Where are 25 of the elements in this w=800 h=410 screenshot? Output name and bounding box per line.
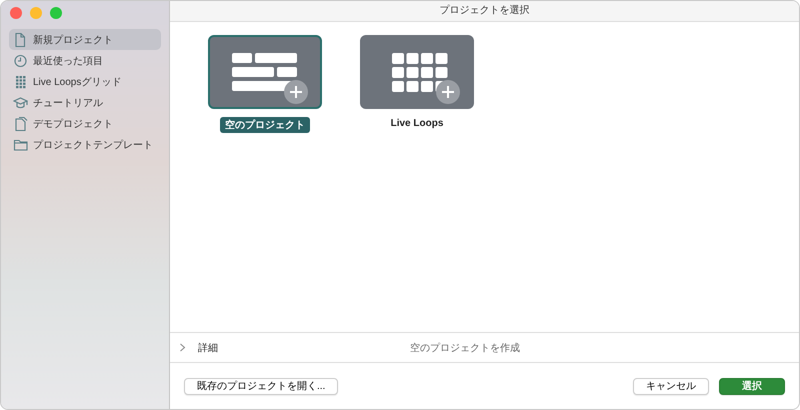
window-title: プロジェクトを選択 <box>170 1 799 22</box>
document-icon <box>13 32 28 48</box>
open-project-button[interactable]: 既存のプロジェクトを開く... <box>184 378 338 394</box>
sidebar-item[interactable]: 最近使った項目 <box>9 50 161 71</box>
clock-icon <box>13 52 28 68</box>
sidebar-item[interactable]: チュートリアル <box>9 92 161 113</box>
graduation-cap-icon <box>13 94 28 110</box>
grid-icon <box>13 74 28 90</box>
description-text: 空のプロジェクトを作成 <box>409 342 521 354</box>
cancel-button[interactable]: キャンセル <box>633 378 709 394</box>
plus-icon <box>436 80 460 104</box>
sidebar-item[interactable]: デモプロジェクト <box>9 113 161 134</box>
template-label: 空のプロジェクト <box>220 117 310 133</box>
template-tile[interactable] <box>208 35 322 109</box>
sidebar-item[interactable]: プロジェクトテンプレート <box>9 134 161 155</box>
sidebar-item[interactable]: 新規プロジェクト <box>9 29 161 50</box>
chevron-icon[interactable] <box>179 343 186 352</box>
details-label[interactable]: 詳細 <box>198 340 218 354</box>
template-label: Live Loops <box>390 117 444 130</box>
close-button[interactable] <box>10 7 22 19</box>
choose-button[interactable]: 選択 <box>719 378 785 394</box>
sidebar-item[interactable]: Live Loopsグリッド <box>9 71 161 92</box>
documents-icon <box>13 116 28 132</box>
plus-icon <box>284 80 308 104</box>
template-tile[interactable] <box>360 35 474 109</box>
